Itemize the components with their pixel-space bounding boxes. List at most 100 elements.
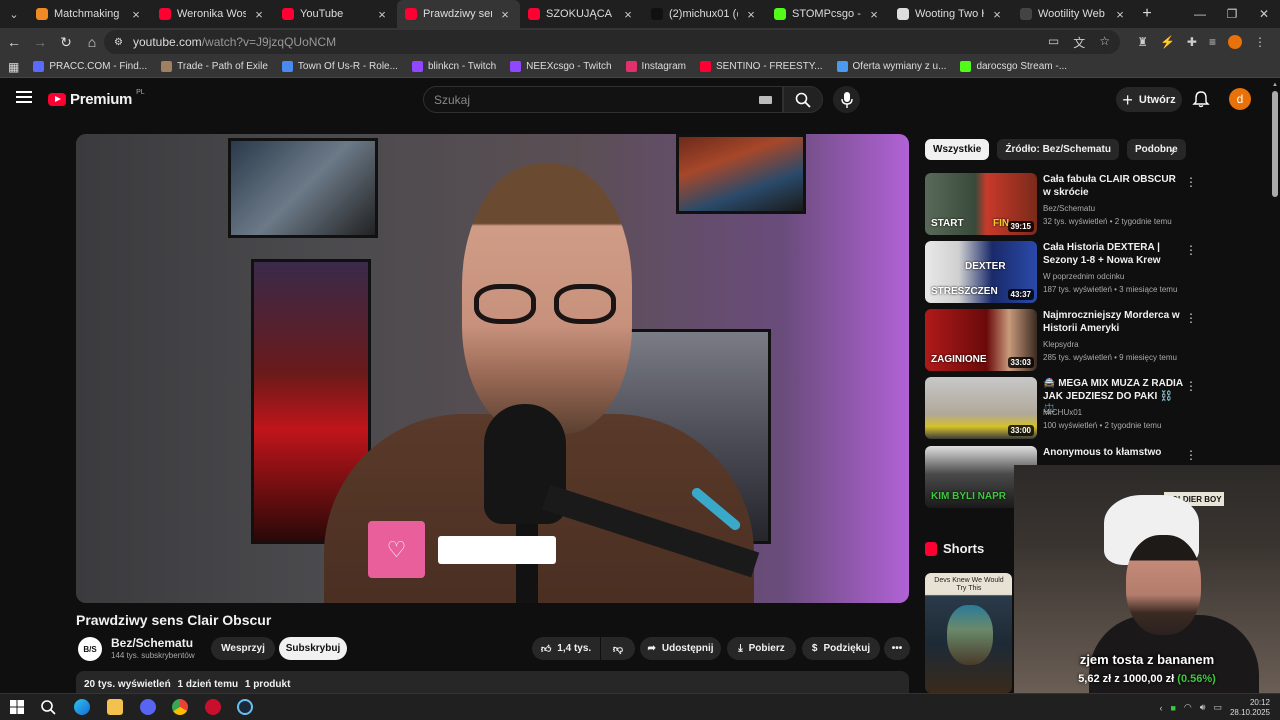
- browser-tab[interactable]: Wootility Web ×: [1012, 0, 1135, 28]
- filter-chip[interactable]: Podobne: [1126, 139, 1186, 160]
- browser-tab[interactable]: Wooting Two HE Co ×: [889, 0, 1012, 28]
- tab-close-icon[interactable]: ×: [867, 7, 881, 22]
- recommended-video[interactable]: START FIN 39:15 Cała fabuła CLAIR OBSCUR w …: [925, 173, 1265, 235]
- recommended-channel[interactable]: MICHUx01: [1043, 408, 1082, 417]
- share-button[interactable]: ➦ Udostępnij: [640, 637, 721, 660]
- youtube-logo[interactable]: Premium PL: [48, 89, 145, 108]
- translate-icon[interactable]: 文: [1073, 34, 1085, 51]
- volume-icon[interactable]: 🔊︎: [1200, 702, 1206, 713]
- tab-close-icon[interactable]: ×: [375, 7, 389, 22]
- like-button[interactable]: 👍︎ 1,4 tys.: [532, 637, 600, 660]
- tab-close-icon[interactable]: ×: [744, 7, 758, 22]
- download-button[interactable]: ⤓ Pobierz: [727, 637, 796, 660]
- scroll-up-icon[interactable]: ▲: [1272, 82, 1278, 88]
- channel-name[interactable]: Bez/Schematu: [111, 636, 193, 650]
- tab-close-icon[interactable]: ×: [621, 7, 635, 22]
- bookmark-item[interactable]: Oferta wymiany z u...: [836, 61, 946, 72]
- hamburger-menu-icon[interactable]: [16, 91, 32, 103]
- close-window-icon[interactable]: ✕: [1248, 0, 1280, 28]
- browser-tab[interactable]: SZOKUJĄCA PRAWD ×: [520, 0, 643, 28]
- browser-tab[interactable]: (2)michux01 (@mich ×: [643, 0, 766, 28]
- minimize-icon[interactable]: —: [1184, 0, 1216, 28]
- bookmark-item[interactable]: Town Of Us-R - Role...: [281, 61, 398, 72]
- dislike-button[interactable]: 👎︎: [601, 637, 635, 660]
- tray-expand-icon[interactable]: ‹: [1159, 703, 1162, 713]
- browser-menu-icon[interactable]: ⋮: [1254, 35, 1266, 49]
- extension-icon[interactable]: ⚡: [1160, 35, 1175, 49]
- create-button[interactable]: + Utwórz: [1116, 87, 1182, 112]
- search-button[interactable]: [783, 86, 823, 113]
- bookmark-item[interactable]: Trade - Path of Exile: [161, 61, 268, 72]
- tab-close-icon[interactable]: ×: [129, 7, 143, 22]
- bookmark-item[interactable]: SENTINO - FREESTY...: [700, 61, 823, 72]
- windows-start-icon[interactable]: [9, 699, 25, 715]
- subscribe-button[interactable]: Subskrybuj: [279, 637, 347, 660]
- app-icon[interactable]: [205, 699, 221, 715]
- reading-list-icon[interactable]: ≡: [1209, 35, 1216, 49]
- battery-icon[interactable]: ▭: [1213, 702, 1222, 713]
- video-thumbnail[interactable]: START FIN 39:15: [925, 173, 1037, 235]
- account-avatar[interactable]: d: [1229, 88, 1251, 110]
- video-thumbnail[interactable]: ZAGINIONE 33:03: [925, 309, 1037, 371]
- url-field[interactable]: ⚙ youtube.com/watch?v=J9jzqQUoNCM ▭ 文 ☆: [104, 30, 1120, 54]
- channel-avatar[interactable]: B/S: [78, 637, 102, 661]
- bookmark-star-icon[interactable]: ☆: [1099, 34, 1110, 51]
- new-tab-button[interactable]: +: [1135, 5, 1159, 23]
- extension-icon[interactable]: ♜: [1137, 35, 1148, 49]
- filter-chip[interactable]: Źródło: Bez/Schematu: [997, 139, 1119, 160]
- recommended-channel[interactable]: Klepsydra: [1043, 340, 1079, 349]
- tab-close-icon[interactable]: ×: [252, 7, 266, 22]
- more-vertical-icon[interactable]: ⋮: [1185, 312, 1197, 324]
- thanks-button[interactable]: $ Podziękuj: [802, 637, 880, 660]
- recommended-title[interactable]: Cała fabuła CLAIR OBSCUR w skrócie: [1043, 173, 1183, 199]
- recommended-video[interactable]: ZAGINIONE 33:03 Najmroczniejszy Morderca w…: [925, 309, 1265, 371]
- recommended-title[interactable]: Anonymous to kłamstwo: [1043, 446, 1183, 459]
- profile-avatar[interactable]: [1228, 35, 1242, 49]
- keyboard-icon[interactable]: [759, 96, 772, 104]
- back-icon[interactable]: ←: [2, 30, 26, 54]
- bookmark-item[interactable]: Instagram: [625, 61, 686, 72]
- tab-close-icon[interactable]: ×: [990, 7, 1004, 22]
- search-icon[interactable]: [40, 699, 56, 715]
- more-actions-button[interactable]: •••: [884, 637, 910, 660]
- filter-chip[interactable]: Wszystkie: [925, 139, 990, 160]
- tab-close-icon[interactable]: ×: [498, 7, 512, 22]
- bookmark-item[interactable]: blinkcn - Twitch: [411, 61, 496, 72]
- support-button[interactable]: Wesprzyj: [211, 637, 275, 660]
- page-scrollbar[interactable]: [1272, 91, 1278, 197]
- file-explorer-icon[interactable]: [107, 699, 123, 715]
- restore-icon[interactable]: ❐: [1216, 0, 1248, 28]
- forward-icon[interactable]: →: [28, 30, 52, 54]
- chevron-right-icon[interactable]: ›: [1170, 143, 1175, 159]
- recommended-channel[interactable]: W poprzednim odcinku: [1043, 272, 1124, 281]
- puzzle-icon[interactable]: ✚: [1187, 35, 1197, 49]
- video-player[interactable]: ♡: [76, 134, 909, 603]
- browser-tab[interactable]: Weronika Woszczek ×: [151, 0, 274, 28]
- recommended-title[interactable]: Najmroczniejszy Morderca w Historii Amer…: [1043, 309, 1183, 335]
- clock[interactable]: 20:12 28.10.2025: [1230, 698, 1270, 718]
- discord-icon[interactable]: [140, 699, 156, 715]
- search-input[interactable]: Szukaj: [423, 86, 783, 113]
- bookmark-item[interactable]: PRACC.COM - Find...: [33, 61, 147, 72]
- recommended-title[interactable]: Cała Historia DEXTERA | Sezony 1-8 + Now…: [1043, 241, 1183, 267]
- short-video-card[interactable]: Devs Knew We Would Try This: [925, 573, 1012, 693]
- reload-icon[interactable]: ↻: [54, 30, 78, 54]
- more-vertical-icon[interactable]: ⋮: [1185, 244, 1197, 256]
- bookmark-item[interactable]: darocsgo Stream -...: [960, 61, 1067, 72]
- browser-tab[interactable]: Prawdziwy sens C ×: [397, 0, 520, 28]
- wifi-icon[interactable]: ◠: [1184, 702, 1192, 713]
- recommended-video[interactable]: 33:00 🚔 MEGA MIX MUZA Z RADIA JAK JEDZIES…: [925, 377, 1265, 439]
- site-info-icon[interactable]: ⚙: [114, 37, 123, 48]
- voice-search-button[interactable]: [833, 86, 860, 113]
- tab-close-icon[interactable]: ×: [1113, 7, 1127, 22]
- browser-tab[interactable]: Matchmaking - Europ ×: [28, 0, 151, 28]
- video-thumbnail[interactable]: STRESZCZEN DEXTER 43:37: [925, 241, 1037, 303]
- chrome-icon[interactable]: [172, 699, 188, 715]
- more-vertical-icon[interactable]: ⋮: [1185, 176, 1197, 188]
- browser-tab[interactable]: STOMPcsgo - Watch ×: [766, 0, 889, 28]
- tray-app-icon[interactable]: ■: [1170, 703, 1175, 713]
- description-box[interactable]: 20 tys. wyświetleń 1 dzień temu 1 produk…: [76, 671, 909, 693]
- tab-search-icon[interactable]: ⌄: [0, 0, 28, 28]
- apps-grid-icon[interactable]: ▦: [8, 60, 19, 74]
- video-thumbnail[interactable]: 33:00: [925, 377, 1037, 439]
